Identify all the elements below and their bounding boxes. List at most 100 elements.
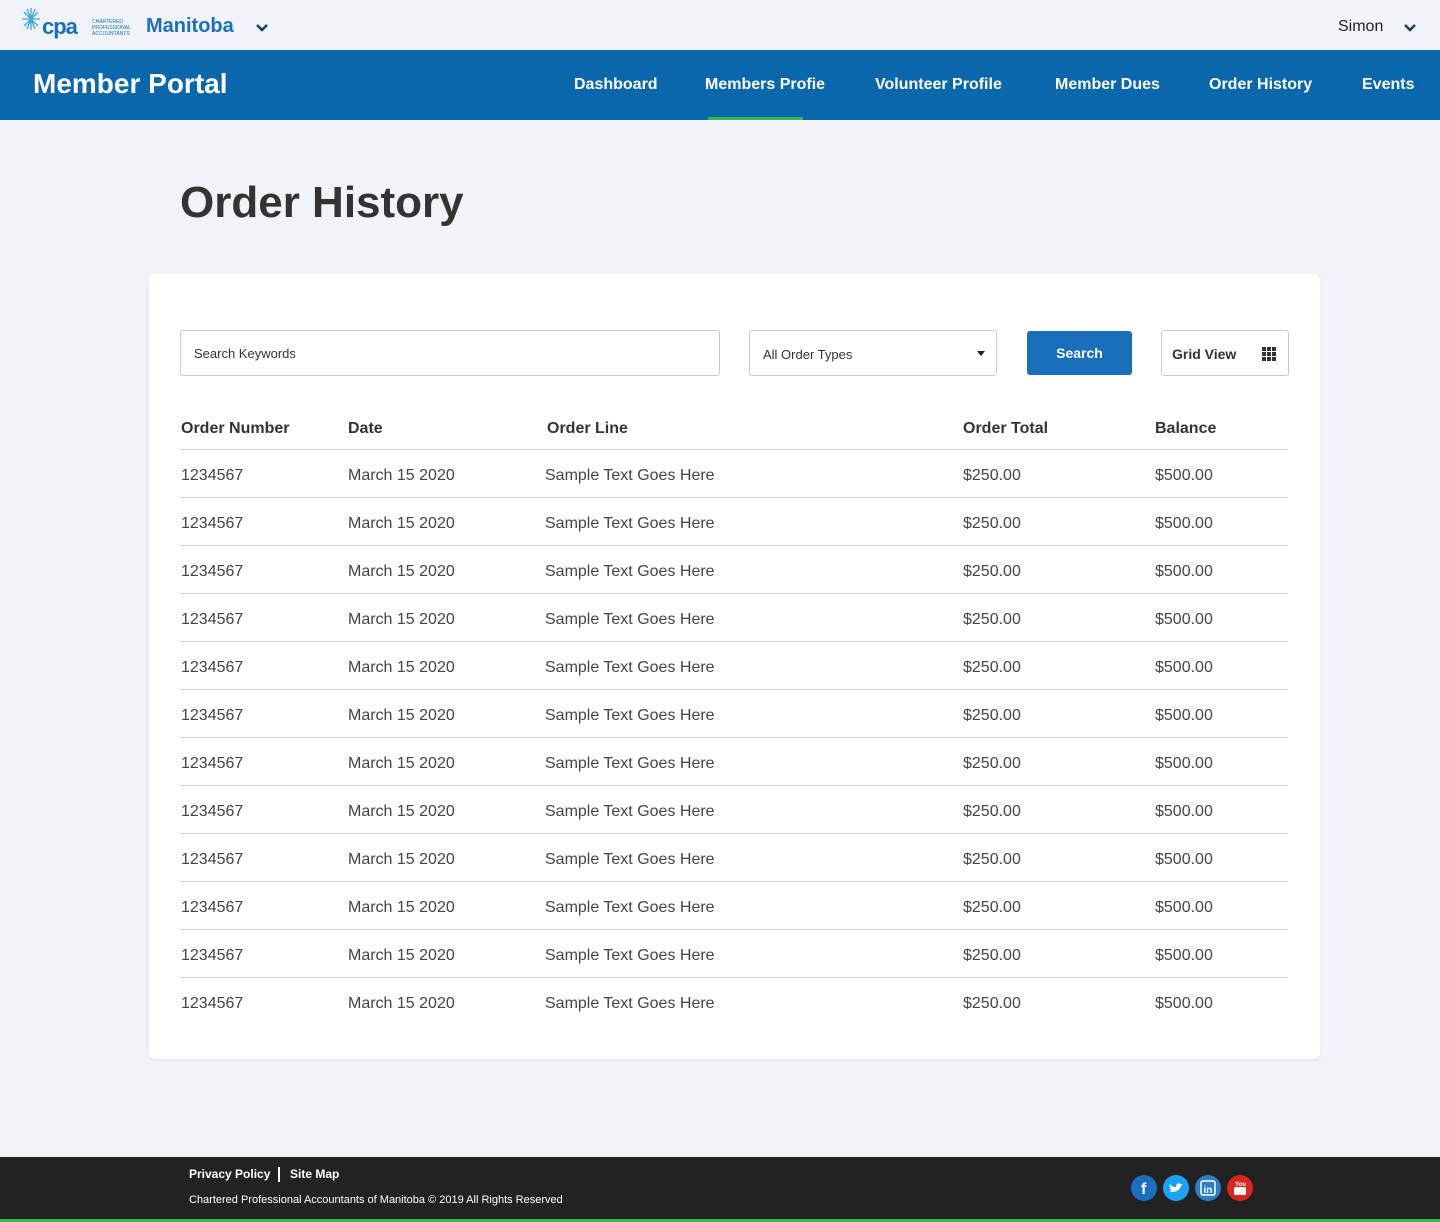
- nav-item-dashboard[interactable]: Dashboard: [574, 76, 658, 94]
- privacy-policy-link[interactable]: Privacy Policy: [189, 1167, 270, 1181]
- balance-cell: $500.00: [1155, 755, 1213, 772]
- grid-view-button[interactable]: Grid View: [1161, 330, 1289, 376]
- table-row[interactable]: 1234567 March 15 2020 Sample Text Goes Her…: [180, 930, 1288, 978]
- balance-cell: $500.00: [1155, 659, 1213, 676]
- balance-cell: $500.00: [1155, 947, 1213, 964]
- order-number-cell: 1234567: [181, 995, 244, 1012]
- top-bar: cpa Chartered Professional Accountants M…: [0, 0, 1440, 50]
- cpa-mark-icon: [22, 8, 40, 30]
- linkedin-icon[interactable]: in: [1195, 1175, 1221, 1201]
- date-cell: March 15 2020: [348, 515, 455, 532]
- date-cell: March 15 2020: [348, 659, 455, 676]
- date-cell: March 15 2020: [348, 755, 455, 772]
- order-history-card: All Order Types Search Grid View Order N…: [149, 274, 1320, 1059]
- order-number-cell: 1234567: [181, 803, 244, 820]
- order-number-cell: 1234567: [181, 707, 244, 724]
- nav-item-volunteer-profile[interactable]: Volunteer Profile: [875, 76, 1002, 94]
- column-header[interactable]: Order Line: [547, 420, 628, 438]
- search-input[interactable]: [180, 330, 720, 376]
- order-line-cell: Sample Text Goes Here: [545, 995, 715, 1012]
- cpa-logo[interactable]: cpa Chartered Professional Accountants: [20, 6, 136, 42]
- balance-cell: $500.00: [1155, 563, 1213, 580]
- user-menu[interactable]: Simon: [1338, 18, 1383, 36]
- order-number-cell: 1234567: [181, 851, 244, 868]
- order-total-cell: $250.00: [963, 467, 1021, 484]
- balance-cell: $500.00: [1155, 707, 1213, 724]
- table-row[interactable]: 1234567 March 15 2020 Sample Text Goes Her…: [180, 882, 1288, 930]
- table-row[interactable]: 1234567 March 15 2020 Sample Text Goes Her…: [180, 834, 1288, 882]
- order-type-select[interactable]: All Order Types: [749, 330, 997, 376]
- order-total-cell: $250.00: [963, 659, 1021, 676]
- date-cell: March 15 2020: [348, 707, 455, 724]
- region-selector[interactable]: Manitoba: [146, 15, 234, 38]
- copyright-text: Chartered Professional Accountants of Ma…: [189, 1194, 563, 1206]
- column-header[interactable]: Order Total: [963, 420, 1048, 438]
- nav-item-events[interactable]: Events: [1362, 76, 1414, 94]
- nav-item-members-profile[interactable]: Members Profie: [705, 76, 825, 94]
- column-header[interactable]: Order Number: [181, 420, 289, 438]
- grid-view-label: Grid View: [1172, 346, 1237, 362]
- chevron-down-icon[interactable]: [1402, 20, 1418, 36]
- order-line-cell: Sample Text Goes Here: [545, 515, 715, 532]
- order-number-cell: 1234567: [181, 515, 244, 532]
- page-title: Order History: [180, 178, 464, 227]
- column-header[interactable]: Date: [348, 420, 383, 438]
- balance-cell: $500.00: [1155, 611, 1213, 628]
- table-body: 1234567 March 15 2020 Sample Text Goes Her…: [180, 450, 1288, 1026]
- nav-item-member-dues[interactable]: Member Dues: [1055, 76, 1160, 94]
- youtube-icon[interactable]: You: [1227, 1175, 1253, 1201]
- order-total-cell: $250.00: [963, 947, 1021, 964]
- portal-title: Member Portal: [33, 68, 228, 99]
- search-button[interactable]: Search: [1027, 331, 1132, 375]
- chevron-down-icon[interactable]: [254, 20, 270, 36]
- table-row[interactable]: 1234567 March 15 2020 Sample Text Goes Her…: [180, 690, 1288, 738]
- order-line-cell: Sample Text Goes Here: [545, 563, 715, 580]
- order-total-cell: $250.00: [963, 611, 1021, 628]
- svg-text:You: You: [1235, 1182, 1246, 1188]
- date-cell: March 15 2020: [348, 947, 455, 964]
- twitter-icon[interactable]: [1163, 1175, 1189, 1201]
- facebook-icon[interactable]: f: [1131, 1175, 1157, 1201]
- order-line-cell: Sample Text Goes Here: [545, 467, 715, 484]
- order-total-cell: $250.00: [963, 707, 1021, 724]
- table-row[interactable]: 1234567 March 15 2020 Sample Text Goes Her…: [180, 450, 1288, 498]
- order-total-cell: $250.00: [963, 563, 1021, 580]
- table-row[interactable]: 1234567 March 15 2020 Sample Text Goes Her…: [180, 594, 1288, 642]
- orders-table: Order Number Date Order Line Order Total…: [180, 414, 1288, 1026]
- order-total-cell: $250.00: [963, 899, 1021, 916]
- order-number-cell: 1234567: [181, 947, 244, 964]
- balance-cell: $500.00: [1155, 467, 1213, 484]
- table-row[interactable]: 1234567 March 15 2020 Sample Text Goes Her…: [180, 498, 1288, 546]
- balance-cell: $500.00: [1155, 995, 1213, 1012]
- date-cell: March 15 2020: [348, 899, 455, 916]
- date-cell: March 15 2020: [348, 467, 455, 484]
- table-row[interactable]: 1234567 March 15 2020 Sample Text Goes Her…: [180, 546, 1288, 594]
- order-line-cell: Sample Text Goes Here: [545, 611, 715, 628]
- balance-cell: $500.00: [1155, 899, 1213, 916]
- table-row[interactable]: 1234567 March 15 2020 Sample Text Goes Her…: [180, 786, 1288, 834]
- order-number-cell: 1234567: [181, 467, 244, 484]
- nav-item-order-history[interactable]: Order History: [1209, 76, 1312, 94]
- table-row[interactable]: 1234567 March 15 2020 Sample Text Goes Her…: [180, 738, 1288, 786]
- order-total-cell: $250.00: [963, 995, 1021, 1012]
- balance-cell: $500.00: [1155, 515, 1213, 532]
- order-total-cell: $250.00: [963, 851, 1021, 868]
- svg-text:f: f: [1141, 1181, 1147, 1198]
- logo-text: cpa: [42, 14, 78, 39]
- order-total-cell: $250.00: [963, 755, 1021, 772]
- balance-cell: $500.00: [1155, 851, 1213, 868]
- table-header: Order Number Date Order Line Order Total…: [180, 414, 1288, 450]
- order-number-cell: 1234567: [181, 899, 244, 916]
- site-map-link[interactable]: Site Map: [290, 1167, 339, 1181]
- table-row[interactable]: 1234567 March 15 2020 Sample Text Goes Her…: [180, 642, 1288, 690]
- main-nav: Member Portal Dashboard Members Profie V…: [0, 50, 1440, 120]
- caret-down-icon: [977, 351, 985, 356]
- footer: Privacy Policy Site Map Chartered Profes…: [0, 1157, 1440, 1222]
- column-header[interactable]: Balance: [1155, 420, 1216, 438]
- order-line-cell: Sample Text Goes Here: [545, 851, 715, 868]
- order-number-cell: 1234567: [181, 659, 244, 676]
- order-number-cell: 1234567: [181, 611, 244, 628]
- balance-cell: $500.00: [1155, 803, 1213, 820]
- order-number-cell: 1234567: [181, 755, 244, 772]
- table-row[interactable]: 1234567 March 15 2020 Sample Text Goes Her…: [180, 978, 1288, 1026]
